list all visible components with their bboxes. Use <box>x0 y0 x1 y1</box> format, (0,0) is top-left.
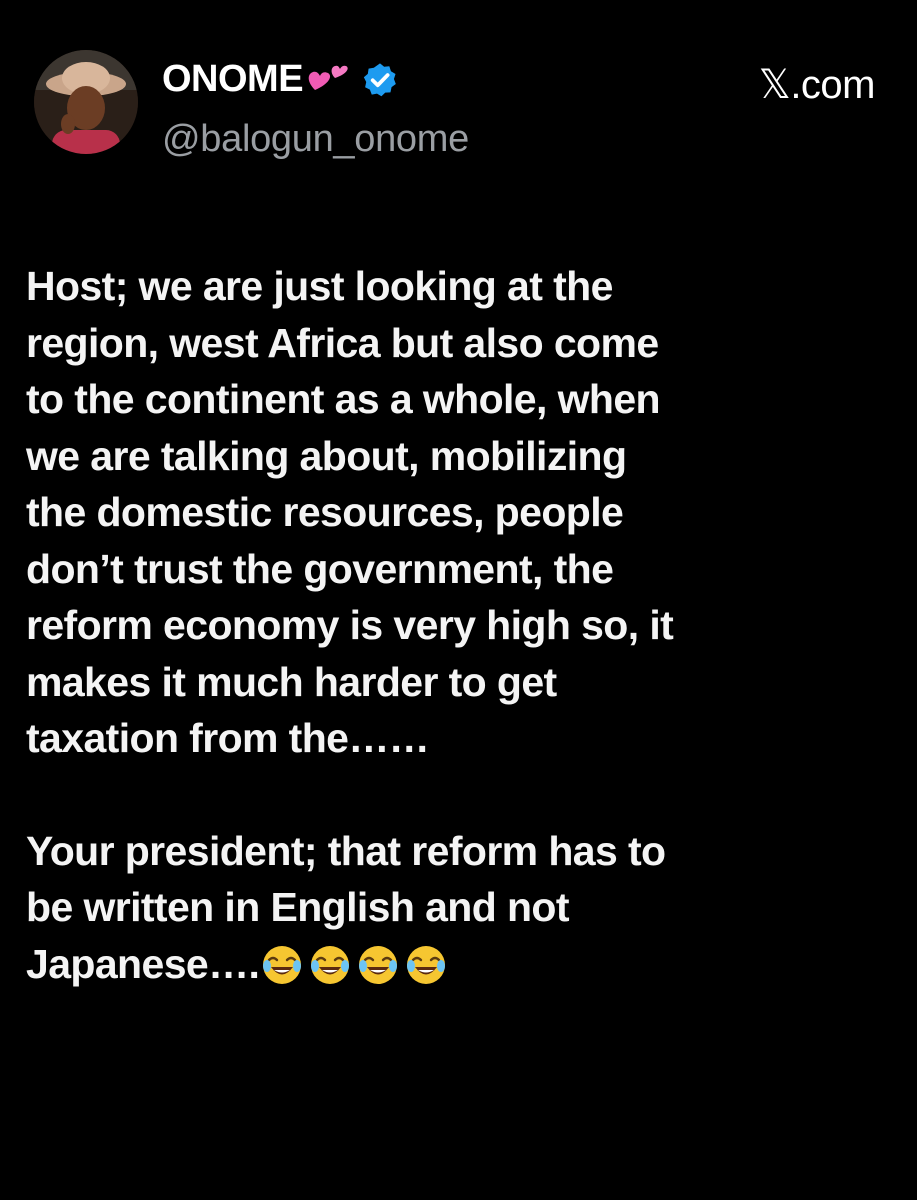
tweet-line: Your president; that reform has to <box>26 827 666 874</box>
tweet-paragraph-president: Your president; that reform has to be wr… <box>26 823 896 993</box>
tweet-text: Host; we are just looking at the region,… <box>26 258 896 992</box>
face-with-tears-of-joy-icon <box>359 945 398 984</box>
face-with-tears-of-joy-icon <box>407 945 446 984</box>
emoji-row <box>261 944 453 986</box>
display-name: ONOME <box>162 58 304 100</box>
tweet-line: reform economy is very high so, it <box>26 602 674 648</box>
verified-badge-icon <box>361 61 399 99</box>
tweet-line: to the continent as a whole, when <box>26 376 661 422</box>
tweet-line: we are talking about, mobilizing <box>26 432 627 479</box>
tweet-line-text: Japanese…. <box>26 940 260 987</box>
tweet-paragraph-host: Host; we are just looking at the region,… <box>26 258 896 767</box>
site-watermark: 𝕏.com <box>758 63 876 107</box>
tweet-line: region, west Africa but also come <box>26 319 659 366</box>
display-name-row[interactable]: ONOME <box>162 58 399 101</box>
avatar[interactable] <box>34 50 138 154</box>
tweet-line: makes it much harder to get <box>26 658 557 705</box>
tweet-line: Host; we are just looking at the <box>26 263 613 309</box>
face-with-tears-of-joy-icon <box>263 945 302 984</box>
face-with-tears-of-joy-icon <box>311 945 350 984</box>
tweet-line: taxation from the…… <box>26 715 430 761</box>
tweet-line: don’t trust the government, the <box>26 545 614 592</box>
tweet-line: the domestic resources, people <box>26 489 624 535</box>
tweet-line: be written in English and not <box>26 884 570 930</box>
author-handle[interactable]: @balogun_onome <box>162 118 469 161</box>
two-hearts-icon <box>305 60 353 100</box>
tweet-line-last: Japanese…. <box>26 936 896 993</box>
